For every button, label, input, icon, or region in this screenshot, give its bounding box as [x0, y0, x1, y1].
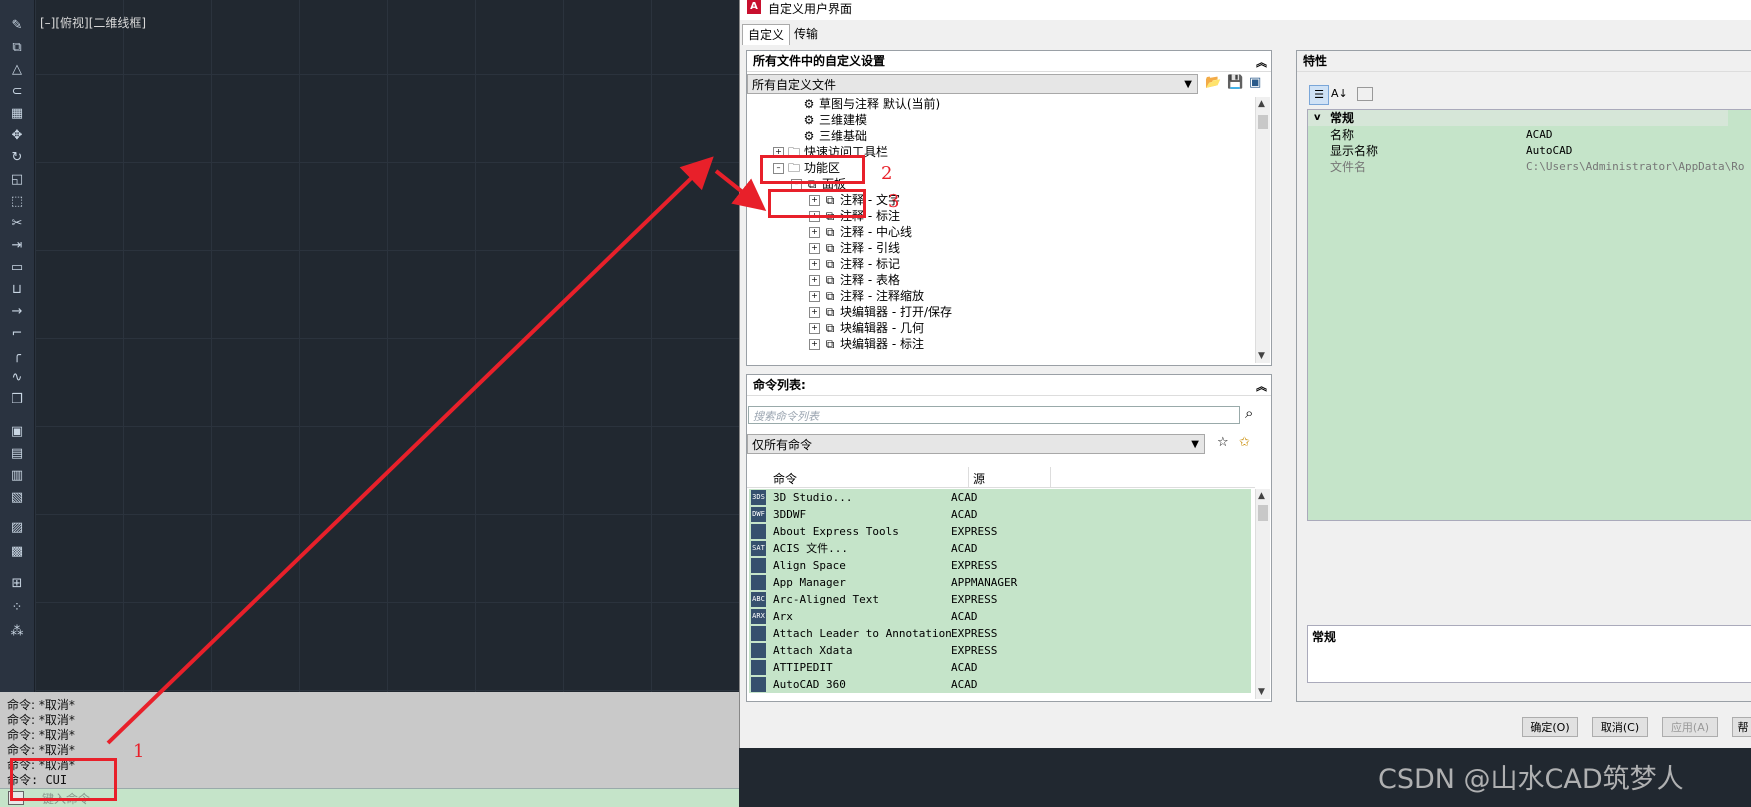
watermark: CSDN @山水CAD筑梦人 [1378, 764, 1684, 795]
annotation-arrow-1 [106, 156, 714, 745]
highlight-box-command [10, 758, 117, 801]
highlight-box-ribbon [760, 155, 865, 184]
annotation-label-3: 3 [888, 191, 900, 212]
annotation-arrows [106, 156, 767, 745]
annotation-arrow-2 [714, 169, 767, 211]
annotation-label-2: 2 [881, 163, 893, 184]
highlight-box-panels [768, 189, 866, 218]
annotation-label-1: 1 [133, 741, 145, 762]
